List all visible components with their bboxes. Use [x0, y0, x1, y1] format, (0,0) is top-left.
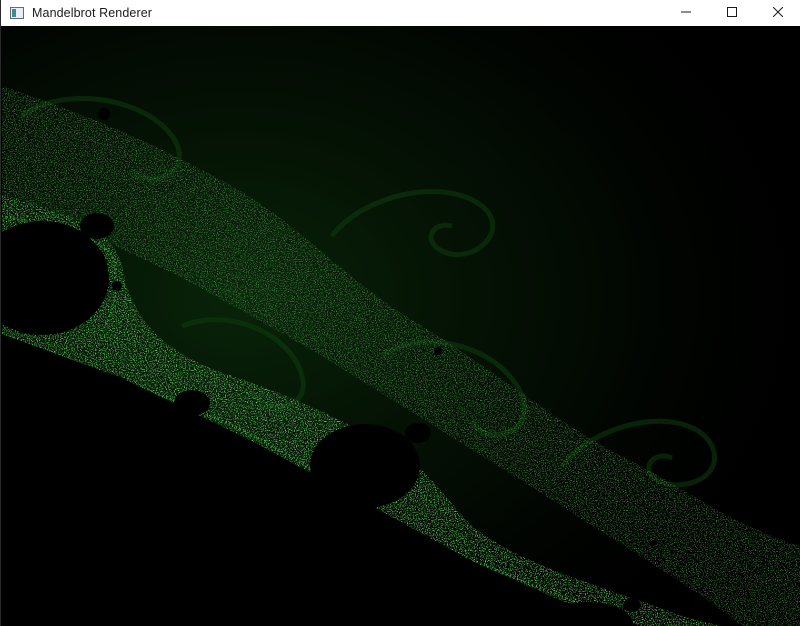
- mini-brot-3: [112, 281, 122, 291]
- window-app-icon: [9, 5, 25, 21]
- maximize-button[interactable]: [709, 0, 755, 26]
- bulb-center: [310, 424, 420, 508]
- bulb-tiny-3: [623, 598, 641, 612]
- title-bar[interactable]: Mandelbrot Renderer: [1, 0, 800, 26]
- minimize-button[interactable]: [663, 0, 709, 26]
- caption-buttons: [663, 0, 800, 26]
- bulb-tiny: [405, 423, 431, 443]
- mini-brot-2: [434, 347, 442, 355]
- mini-brot-4: [650, 540, 656, 546]
- fractal-canvas[interactable]: [2, 26, 800, 626]
- close-button[interactable]: [755, 0, 800, 26]
- app-window: Mandelbrot Renderer: [0, 0, 800, 626]
- mini-brot-1: [98, 108, 110, 120]
- bulb-small-upper: [80, 213, 114, 239]
- window-title: Mandelbrot Renderer: [32, 6, 153, 20]
- mandelbrot-render: [2, 26, 800, 626]
- maximize-icon: [727, 4, 737, 22]
- close-icon: [772, 4, 784, 22]
- minimize-icon: [681, 4, 691, 22]
- bulb-tiny-2: [452, 558, 476, 576]
- bulb-small-mid: [174, 390, 210, 416]
